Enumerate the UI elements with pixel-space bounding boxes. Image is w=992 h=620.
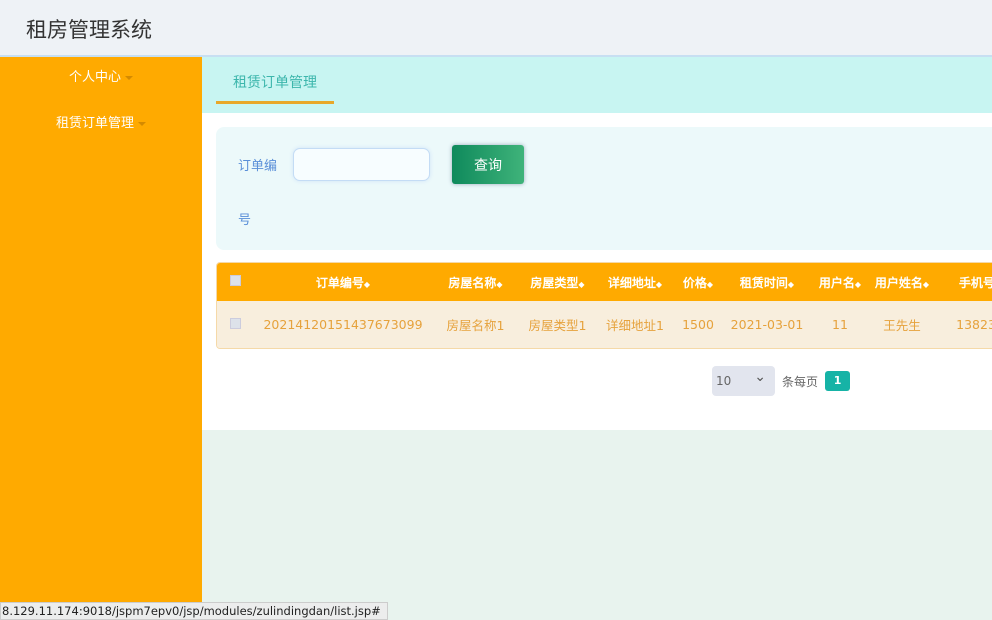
sidebar-item-personal-center[interactable]: 个人中心 xyxy=(0,57,202,103)
column-header-label: 详细地址 xyxy=(607,275,656,290)
column-header-label: 手机号 xyxy=(958,275,992,290)
sort-icon[interactable]: ◆ xyxy=(364,280,370,289)
per-page-label: 条每页 xyxy=(782,374,819,389)
column-header-label: 价格 xyxy=(682,275,707,290)
order-number-input[interactable] xyxy=(293,148,430,181)
table-cell: 20214120151437673099 xyxy=(263,317,423,332)
sidebar-item-label: 租赁订单管理 xyxy=(55,116,134,131)
table-cell: 138238 xyxy=(956,317,992,332)
header: 租房管理系统 xyxy=(0,0,992,57)
select-all-cell xyxy=(217,275,253,289)
sort-icon[interactable]: ◆ xyxy=(578,280,584,289)
tab-rental-orders[interactable]: 租赁订单管理 xyxy=(216,57,334,104)
column-header-label: 房屋类型 xyxy=(530,275,579,290)
app-title: 租房管理系统 xyxy=(26,18,152,42)
column-header[interactable]: 详细地址◆ xyxy=(597,274,673,291)
order-number-label: 订单编 xyxy=(238,159,278,174)
table-cell: 详细地址1 xyxy=(606,318,664,333)
order-number-label-wrap: 号 xyxy=(238,213,252,228)
column-header[interactable]: 订单编号◆ xyxy=(253,274,433,291)
table-cell: 2021-03-01 xyxy=(730,317,804,332)
column-header-label: 租赁时间 xyxy=(739,275,788,290)
row-checkbox[interactable] xyxy=(229,318,241,329)
table-cell: 房屋名称1 xyxy=(446,318,505,333)
sidebar-item-label: 个人中心 xyxy=(68,70,121,85)
sort-icon[interactable]: ◆ xyxy=(923,280,929,289)
table-cell: 房屋类型1 xyxy=(528,318,587,333)
caret-down-icon xyxy=(138,121,146,126)
main: 租赁订单管理 订单编 号 查询 订单编号◆ 房屋名称◆ 房屋类型◆ 详细地址◆ 价格◆ 租… xyxy=(202,57,992,430)
column-header[interactable]: 用户名◆ xyxy=(811,274,869,291)
search-panel: 订单编 号 查询 xyxy=(216,127,992,250)
column-header[interactable]: 价格◆ xyxy=(673,274,723,291)
orders-table: 订单编号◆ 房屋名称◆ 房屋类型◆ 详细地址◆ 价格◆ 租赁时间◆ 用户名◆ 用户姓名◆ 手机号… xyxy=(216,262,992,349)
column-header[interactable]: 房屋名称◆ xyxy=(433,274,518,291)
pagination: 10 条每页 1 xyxy=(712,366,851,396)
sidebar: 个人中心 租赁订单管理 xyxy=(0,57,202,620)
table-header: 订单编号◆ 房屋名称◆ 房屋类型◆ 详细地址◆ 价格◆ 租赁时间◆ 用户名◆ 用户姓名◆ 手机号… xyxy=(217,263,992,301)
column-header[interactable]: 房屋类型◆ xyxy=(518,274,597,291)
search-button[interactable]: 查询 xyxy=(452,145,524,184)
column-header-label: 订单编号 xyxy=(315,275,364,290)
sort-icon[interactable]: ◆ xyxy=(855,280,861,289)
column-header-label: 用户姓名 xyxy=(874,275,923,290)
table-row: 20214120151437673099 房屋名称1 房屋类型1 详细地址1 1500 2… xyxy=(217,301,992,348)
sort-icon[interactable]: ◆ xyxy=(496,280,502,289)
content: 订单编 号 查询 订单编号◆ 房屋名称◆ 房屋类型◆ 详细地址◆ 价格◆ 租赁时间◆ 用户名… xyxy=(202,113,992,430)
column-header-label: 用户名 xyxy=(818,275,855,290)
table-cell: 王先生 xyxy=(883,318,921,333)
sort-icon[interactable]: ◆ xyxy=(788,280,794,289)
sort-icon[interactable]: ◆ xyxy=(656,280,662,289)
table-cell: 1500 xyxy=(682,317,714,332)
column-header-label: 房屋名称 xyxy=(448,275,497,290)
column-header[interactable]: 手机号◆ xyxy=(935,274,992,291)
row-select-cell xyxy=(217,317,253,332)
status-bar-url: 8.129.11.174:9018/jspm7epv0/jsp/modules/… xyxy=(0,602,388,620)
page-1-button[interactable]: 1 xyxy=(825,371,851,391)
tab-bar: 租赁订单管理 xyxy=(202,57,992,113)
sidebar-item-rental-orders[interactable]: 租赁订单管理 xyxy=(0,103,202,149)
column-header[interactable]: 用户姓名◆ xyxy=(869,274,935,291)
column-header[interactable]: 租赁时间◆ xyxy=(723,274,811,291)
sort-icon[interactable]: ◆ xyxy=(707,280,713,289)
table-cell: 11 xyxy=(832,317,848,332)
caret-down-icon xyxy=(125,75,133,80)
select-all-checkbox[interactable] xyxy=(229,275,241,286)
page-size-select[interactable]: 10 xyxy=(712,366,775,396)
